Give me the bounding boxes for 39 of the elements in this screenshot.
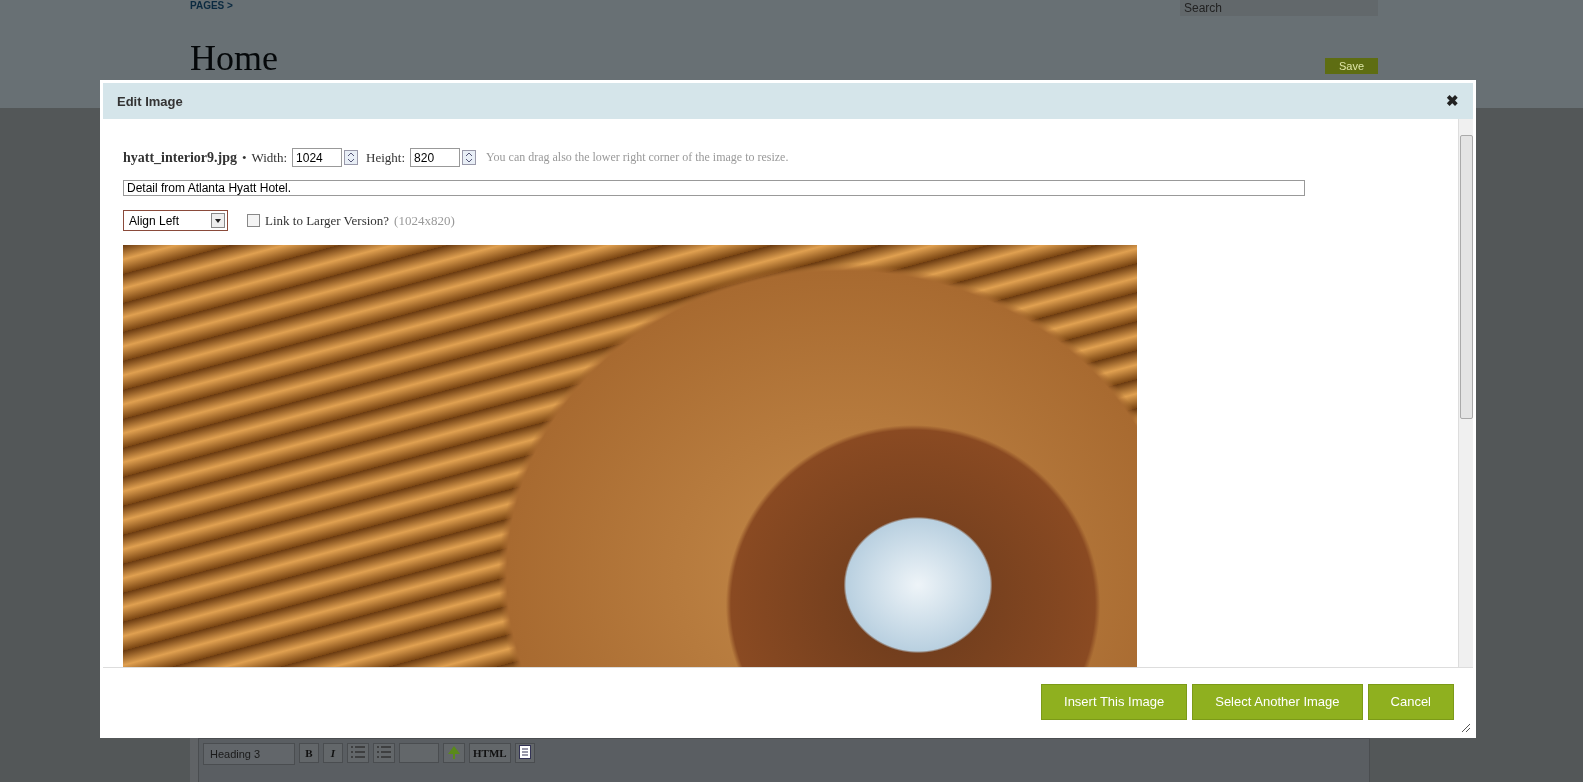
align-select[interactable]: Align Left — [123, 210, 228, 231]
numbered-list-button[interactable] — [373, 743, 395, 763]
width-label: Width: — [251, 149, 288, 166]
bullet-list-button[interactable] — [347, 743, 369, 763]
caption-field[interactable]: Detail from Atlanta Hyatt Hotel. — [123, 180, 1305, 196]
resize-hint: You can drag also the lower right corner of the image to resize. — [486, 150, 789, 165]
scrollbar[interactable] — [1458, 119, 1473, 667]
dialog-title: Edit Image — [117, 93, 183, 109]
height-label: Height: — [366, 149, 406, 166]
dropdown-icon — [211, 213, 225, 228]
link-checkbox[interactable] — [247, 214, 260, 227]
insert-image-button[interactable]: Insert This Image — [1041, 683, 1188, 720]
height-field[interactable]: 820 — [410, 148, 461, 167]
format-select[interactable]: Heading 3 — [203, 743, 295, 765]
spinner-icon — [462, 150, 477, 165]
close-button[interactable]: ✖ — [1446, 92, 1459, 110]
search-field[interactable]: Search — [1180, 0, 1378, 16]
cancel-button[interactable]: Cancel — [1367, 683, 1454, 720]
save-button[interactable]: Save — [1324, 58, 1378, 74]
html-button[interactable]: HTML — [469, 743, 511, 763]
width-field[interactable]: 1024 — [292, 148, 343, 167]
resize-grip-icon — [1461, 723, 1471, 733]
scrollbar-thumb[interactable] — [1459, 135, 1473, 419]
tree-icon — [447, 745, 461, 759]
italic-button[interactable]: I — [323, 743, 343, 763]
list-icon — [351, 746, 365, 758]
separator: • — [241, 149, 247, 166]
link-label: Link to Larger Version? — [265, 212, 390, 229]
size-note: (1024x820) — [394, 212, 455, 229]
image-button[interactable] — [443, 743, 465, 763]
bold-button[interactable]: B — [299, 743, 319, 763]
breadcrumb[interactable]: PAGES > — [190, 0, 233, 11]
document-icon — [518, 745, 531, 759]
source-button[interactable] — [514, 743, 535, 763]
list-icon — [377, 746, 391, 758]
spinner-icon — [344, 150, 359, 165]
select-another-button[interactable]: Select Another Image — [1192, 683, 1363, 720]
page-title: Home — [190, 40, 278, 76]
file-name: hyatt_interior9.jpg — [123, 149, 237, 166]
